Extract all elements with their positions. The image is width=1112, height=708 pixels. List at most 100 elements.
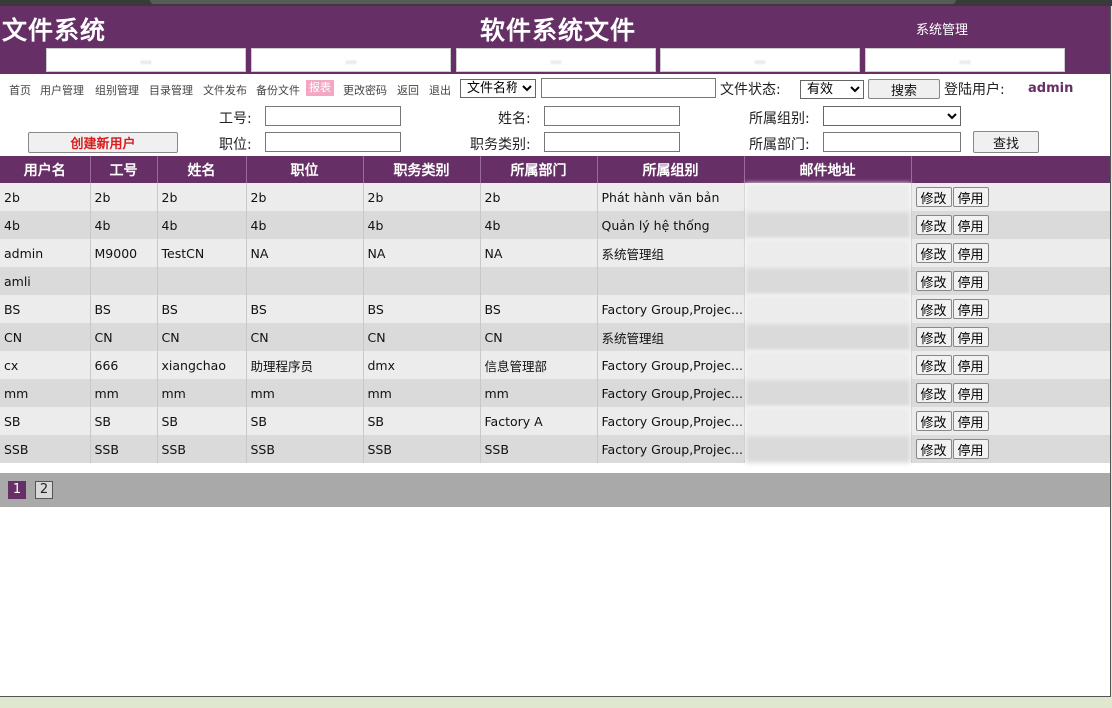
cell-actions: 修改 停用 xyxy=(911,407,1110,435)
nav-back[interactable]: 返回 xyxy=(397,82,419,98)
create-user-button[interactable]: 创建新用户 xyxy=(28,132,178,153)
edit-user-button[interactable]: 修改 xyxy=(915,299,952,319)
edit-user-button[interactable]: 修改 xyxy=(915,243,952,263)
page-2-button[interactable]: 2 xyxy=(35,481,53,499)
nav-file-publish[interactable]: 文件发布 xyxy=(203,82,247,98)
table-row: admin M9000 TestCN NA NA NA 系统管理组 修改 停用 xyxy=(0,239,1110,267)
cell-position: SB xyxy=(246,407,364,435)
disable-user-button[interactable]: 停用 xyxy=(952,439,989,459)
col-header-email[interactable]: 邮件地址 xyxy=(744,156,912,183)
app-frame: 文件系统 软件系统文件 系统管理 … … … … … 首页 用户管理 组别管理 … xyxy=(0,6,1111,697)
cell-email xyxy=(744,435,912,463)
nav-backup-files[interactable]: 备份文件 xyxy=(256,82,300,98)
disable-user-button[interactable]: 停用 xyxy=(952,299,989,319)
group-select[interactable] xyxy=(823,106,961,126)
col-header-group[interactable]: 所属组别 xyxy=(597,156,745,183)
cell-dept: 4b xyxy=(480,211,598,239)
table-row: SSB SSB SSB SSB SSB SSB Factory Group,Projec..… xyxy=(0,435,1110,463)
find-button[interactable]: 查找 xyxy=(973,131,1039,153)
nav-home[interactable]: 首页 xyxy=(9,82,31,98)
file-status-select[interactable]: 有效 xyxy=(800,80,864,99)
nav-reports[interactable]: 报表 xyxy=(306,80,334,96)
edit-user-button[interactable]: 修改 xyxy=(915,383,952,403)
edit-user-button[interactable]: 修改 xyxy=(915,411,952,431)
table-row: CN CN CN CN CN CN 系统管理组 修改 停用 xyxy=(0,323,1110,351)
nav-directory-management[interactable]: 目录管理 xyxy=(149,82,193,98)
cell-name: 2b xyxy=(157,183,247,211)
col-header-emp-no[interactable]: 工号 xyxy=(90,156,158,183)
nav-change-password[interactable]: 更改密码 xyxy=(343,82,387,98)
login-user-label: 登陆用户: xyxy=(944,82,1005,98)
edit-user-button[interactable]: 修改 xyxy=(915,327,952,347)
col-header-name[interactable]: 姓名 xyxy=(157,156,247,183)
cell-job-type: SB xyxy=(363,407,481,435)
banner-link-3[interactable]: … xyxy=(456,48,656,72)
edit-user-button[interactable]: 修改 xyxy=(915,215,952,235)
disable-user-button[interactable]: 停用 xyxy=(952,411,989,431)
disable-user-button[interactable]: 停用 xyxy=(952,355,989,375)
cell-actions: 修改 停用 xyxy=(911,379,1110,407)
pagination-bar: 1 2 xyxy=(0,473,1110,507)
cell-username: amli xyxy=(0,267,91,295)
col-header-job-type[interactable]: 职务类别 xyxy=(363,156,481,183)
job-type-input[interactable] xyxy=(544,132,680,152)
name-input[interactable] xyxy=(544,106,680,126)
disable-user-button[interactable]: 停用 xyxy=(952,243,989,263)
disable-user-button[interactable]: 停用 xyxy=(952,271,989,291)
edit-user-button[interactable]: 修改 xyxy=(915,355,952,375)
nav-user-management[interactable]: 用户管理 xyxy=(40,82,84,98)
edit-user-button[interactable]: 修改 xyxy=(915,439,952,459)
cell-email xyxy=(744,211,912,239)
search-button[interactable]: 搜索 xyxy=(868,79,940,99)
table-row: 2b 2b 2b 2b 2b 2b Phát hành văn bản 修改 停用 xyxy=(0,183,1110,211)
cell-actions: 修改 停用 xyxy=(911,267,1110,295)
cell-group: Factory Group,Projec... xyxy=(597,295,745,323)
cell-emp-no: SB xyxy=(90,407,158,435)
group-label: 所属组别: xyxy=(749,111,810,127)
cell-email xyxy=(744,323,912,351)
browser-tab xyxy=(150,0,956,4)
cell-job-type: CN xyxy=(363,323,481,351)
col-header-username[interactable]: 用户名 xyxy=(0,156,91,183)
cell-username: SSB xyxy=(0,435,91,463)
cell-username: CN xyxy=(0,323,91,351)
table-row: 4b 4b 4b 4b 4b 4b Quản lý hệ thống 修改 停用 xyxy=(0,211,1110,239)
cell-name xyxy=(157,267,247,295)
cell-name: SB xyxy=(157,407,247,435)
disable-user-button[interactable]: 停用 xyxy=(952,187,989,207)
cell-group xyxy=(597,267,745,295)
cell-username: 2b xyxy=(0,183,91,211)
edit-user-button[interactable]: 修改 xyxy=(915,271,952,291)
cell-group: 系统管理组 xyxy=(597,323,745,351)
cell-emp-no: BS xyxy=(90,295,158,323)
table-row: mm mm mm mm mm mm Factory Group,Projec... 修改 停用 xyxy=(0,379,1110,407)
cell-dept: 信息管理部 xyxy=(480,351,598,379)
nav-group-management[interactable]: 组别管理 xyxy=(95,82,139,98)
cell-dept: NA xyxy=(480,239,598,267)
disable-user-button[interactable]: 停用 xyxy=(952,327,989,347)
banner-link-4[interactable]: … xyxy=(660,48,860,72)
dept-input[interactable] xyxy=(823,132,961,152)
cell-emp-no: 2b xyxy=(90,183,158,211)
banner-link-5[interactable]: … xyxy=(865,48,1065,72)
cell-job-type: mm xyxy=(363,379,481,407)
edit-user-button[interactable]: 修改 xyxy=(915,187,952,207)
cell-position: 4b xyxy=(246,211,364,239)
disable-user-button[interactable]: 停用 xyxy=(952,383,989,403)
position-input[interactable] xyxy=(265,132,401,152)
cell-emp-no: M9000 xyxy=(90,239,158,267)
cell-name: xiangchao xyxy=(157,351,247,379)
banner-link-1[interactable]: … xyxy=(46,48,246,72)
search-input[interactable] xyxy=(541,78,716,98)
search-field-select[interactable]: 文件名称 xyxy=(460,79,536,98)
page-1-button[interactable]: 1 xyxy=(8,481,26,499)
emp-no-input[interactable] xyxy=(265,106,401,126)
banner-link-2[interactable]: … xyxy=(251,48,451,72)
nav-logout[interactable]: 退出 xyxy=(429,82,451,98)
col-header-position[interactable]: 职位 xyxy=(246,156,364,183)
disable-user-button[interactable]: 停用 xyxy=(952,215,989,235)
cell-position: BS xyxy=(246,295,364,323)
system-admin-link[interactable]: 系统管理 xyxy=(916,19,968,38)
col-header-dept[interactable]: 所属部门 xyxy=(480,156,598,183)
cell-emp-no: mm xyxy=(90,379,158,407)
